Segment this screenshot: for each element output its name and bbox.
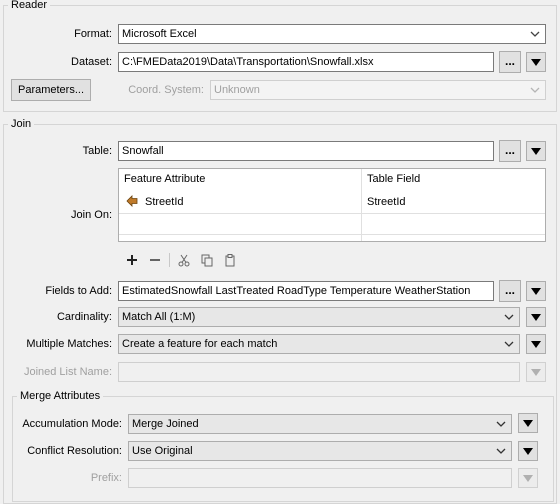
cardinality-menu-button[interactable]	[526, 307, 546, 327]
accumulation-mode-combo[interactable]: Merge Joined	[128, 414, 512, 434]
chevron-down-icon	[530, 31, 540, 37]
fields-to-add-field[interactable]: EstimatedSnowfall LastTreated RoadType T…	[118, 281, 494, 301]
accumulation-mode-label: Accumulation Mode:	[22, 418, 122, 430]
table-row-empty[interactable]	[119, 214, 545, 235]
triangle-down-icon	[531, 148, 541, 155]
chevron-down-icon	[504, 314, 514, 320]
fields-to-add-label: Fields to Add:	[45, 285, 112, 297]
chevron-down-icon	[530, 87, 540, 93]
conflict-resolution-menu-button[interactable]	[518, 441, 538, 461]
joined-list-name-label: Joined List Name:	[23, 366, 112, 378]
coord-system-combo: Unknown	[210, 80, 546, 100]
triangle-down-icon	[531, 341, 541, 348]
table-header-row: Feature Attribute Table Field	[119, 169, 545, 241]
dataset-field[interactable]: C:\FMEData2019\Data\Transportation\Snowf…	[118, 52, 494, 72]
triangle-down-icon	[531, 288, 541, 295]
column-header-table-field[interactable]: Table Field	[367, 173, 420, 185]
attribute-arrow-icon	[126, 195, 138, 207]
conflict-resolution-label: Conflict Resolution:	[27, 445, 122, 457]
reader-legend: Reader	[11, 0, 48, 11]
triangle-down-icon	[531, 59, 541, 66]
joined-list-menu-button	[526, 362, 546, 382]
multiple-matches-value: Create a feature for each match	[122, 338, 278, 350]
paste-icon[interactable]	[223, 253, 237, 267]
conflict-resolution-combo[interactable]: Use Original	[128, 441, 512, 461]
copy-icon[interactable]	[200, 253, 214, 267]
multiple-matches-menu-button[interactable]	[526, 334, 546, 354]
column-header-feature-attribute[interactable]: Feature Attribute	[124, 173, 205, 185]
triangle-down-icon	[523, 420, 533, 427]
join-legend: Join	[11, 118, 32, 130]
chevron-down-icon	[496, 448, 506, 454]
format-field[interactable]: Microsoft Excel	[118, 24, 546, 44]
cardinality-combo[interactable]: Match All (1:M)	[118, 307, 520, 327]
multiple-matches-combo[interactable]: Create a feature for each match	[118, 334, 520, 354]
table-row[interactable]: StreetId StreetId	[119, 191, 545, 214]
cardinality-value: Match All (1:M)	[122, 311, 196, 323]
chevron-down-icon	[504, 341, 514, 347]
fields-menu-button[interactable]	[526, 281, 546, 301]
parameters-button[interactable]: Parameters...	[11, 79, 91, 101]
table-label: Table:	[82, 145, 112, 157]
triangle-down-icon	[531, 314, 541, 321]
dataset-browse-button[interactable]: ...	[499, 51, 521, 73]
dataset-menu-button[interactable]	[526, 52, 546, 72]
prefix-menu-button	[518, 468, 538, 488]
cell-table-field: StreetId	[367, 196, 406, 208]
coord-system-value: Unknown	[214, 84, 260, 96]
plus-icon[interactable]	[125, 253, 139, 267]
merge-attributes-legend: Merge Attributes	[20, 390, 101, 402]
cut-icon[interactable]	[177, 253, 191, 267]
triangle-down-icon	[523, 475, 533, 482]
accumulation-mode-menu-button[interactable]	[518, 413, 538, 433]
join-on-table: Feature Attribute Table Field StreetId S…	[118, 168, 546, 242]
format-value: Microsoft Excel	[122, 28, 197, 40]
joined-list-name-field	[118, 362, 520, 382]
accumulation-mode-value: Merge Joined	[132, 418, 199, 430]
format-label: Format:	[74, 28, 112, 40]
minus-icon[interactable]	[148, 253, 162, 267]
join-on-label: Join On:	[71, 209, 112, 221]
prefix-label: Prefix:	[90, 472, 122, 484]
prefix-field	[128, 468, 512, 488]
conflict-resolution-value: Use Original	[132, 445, 193, 457]
multiple-matches-label: Multiple Matches:	[26, 338, 112, 350]
table-menu-button[interactable]	[526, 141, 546, 161]
cell-feature-attribute: StreetId	[145, 196, 184, 208]
table-field[interactable]: Snowfall	[118, 141, 494, 161]
triangle-down-icon	[531, 369, 541, 376]
triangle-down-icon	[523, 448, 533, 455]
cardinality-label: Cardinality:	[56, 311, 112, 323]
coord-system-label: Coord. System:	[128, 84, 204, 96]
dataset-label: Dataset:	[71, 56, 112, 68]
fields-browse-button[interactable]: ...	[499, 280, 521, 302]
table-browse-button[interactable]: ...	[499, 140, 521, 162]
chevron-down-icon	[496, 421, 506, 427]
